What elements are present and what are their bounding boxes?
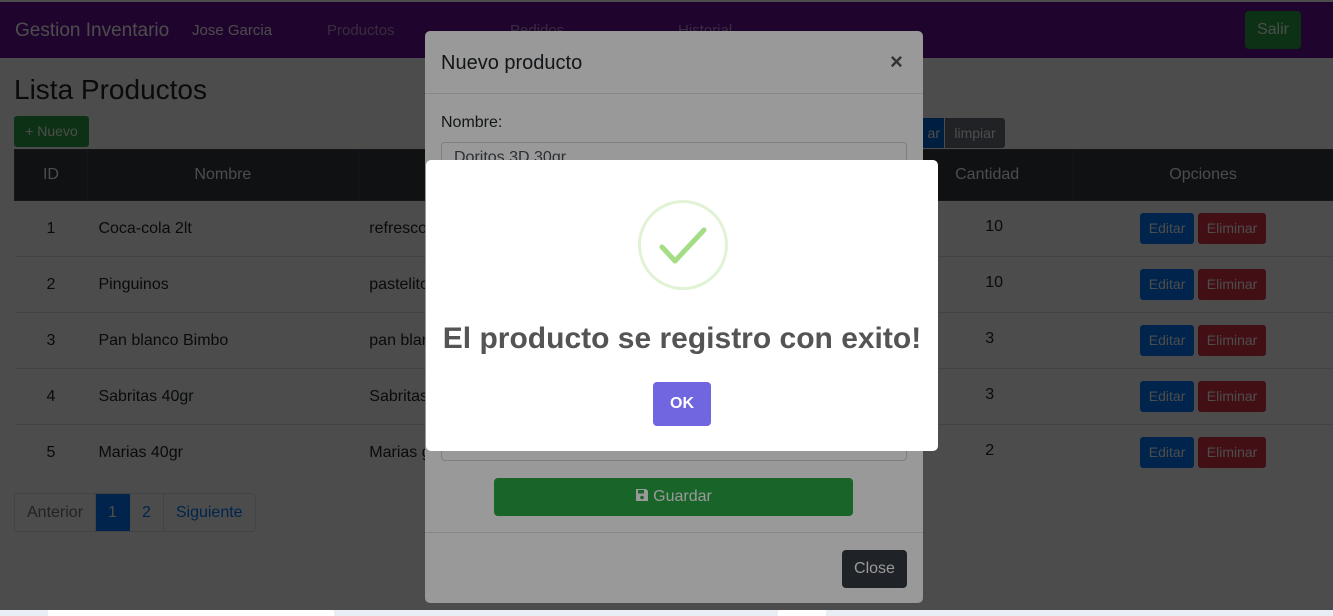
- check-mark-icon: [659, 227, 707, 264]
- success-check-icon: [638, 200, 728, 290]
- ok-button[interactable]: OK: [653, 382, 711, 426]
- alert-title: El producto se registro con exito!: [442, 322, 922, 355]
- success-alert: El producto se registro con exito! OK: [426, 160, 938, 451]
- taskbar-app-button[interactable]: [778, 610, 826, 616]
- taskbar-search-box[interactable]: [48, 610, 334, 616]
